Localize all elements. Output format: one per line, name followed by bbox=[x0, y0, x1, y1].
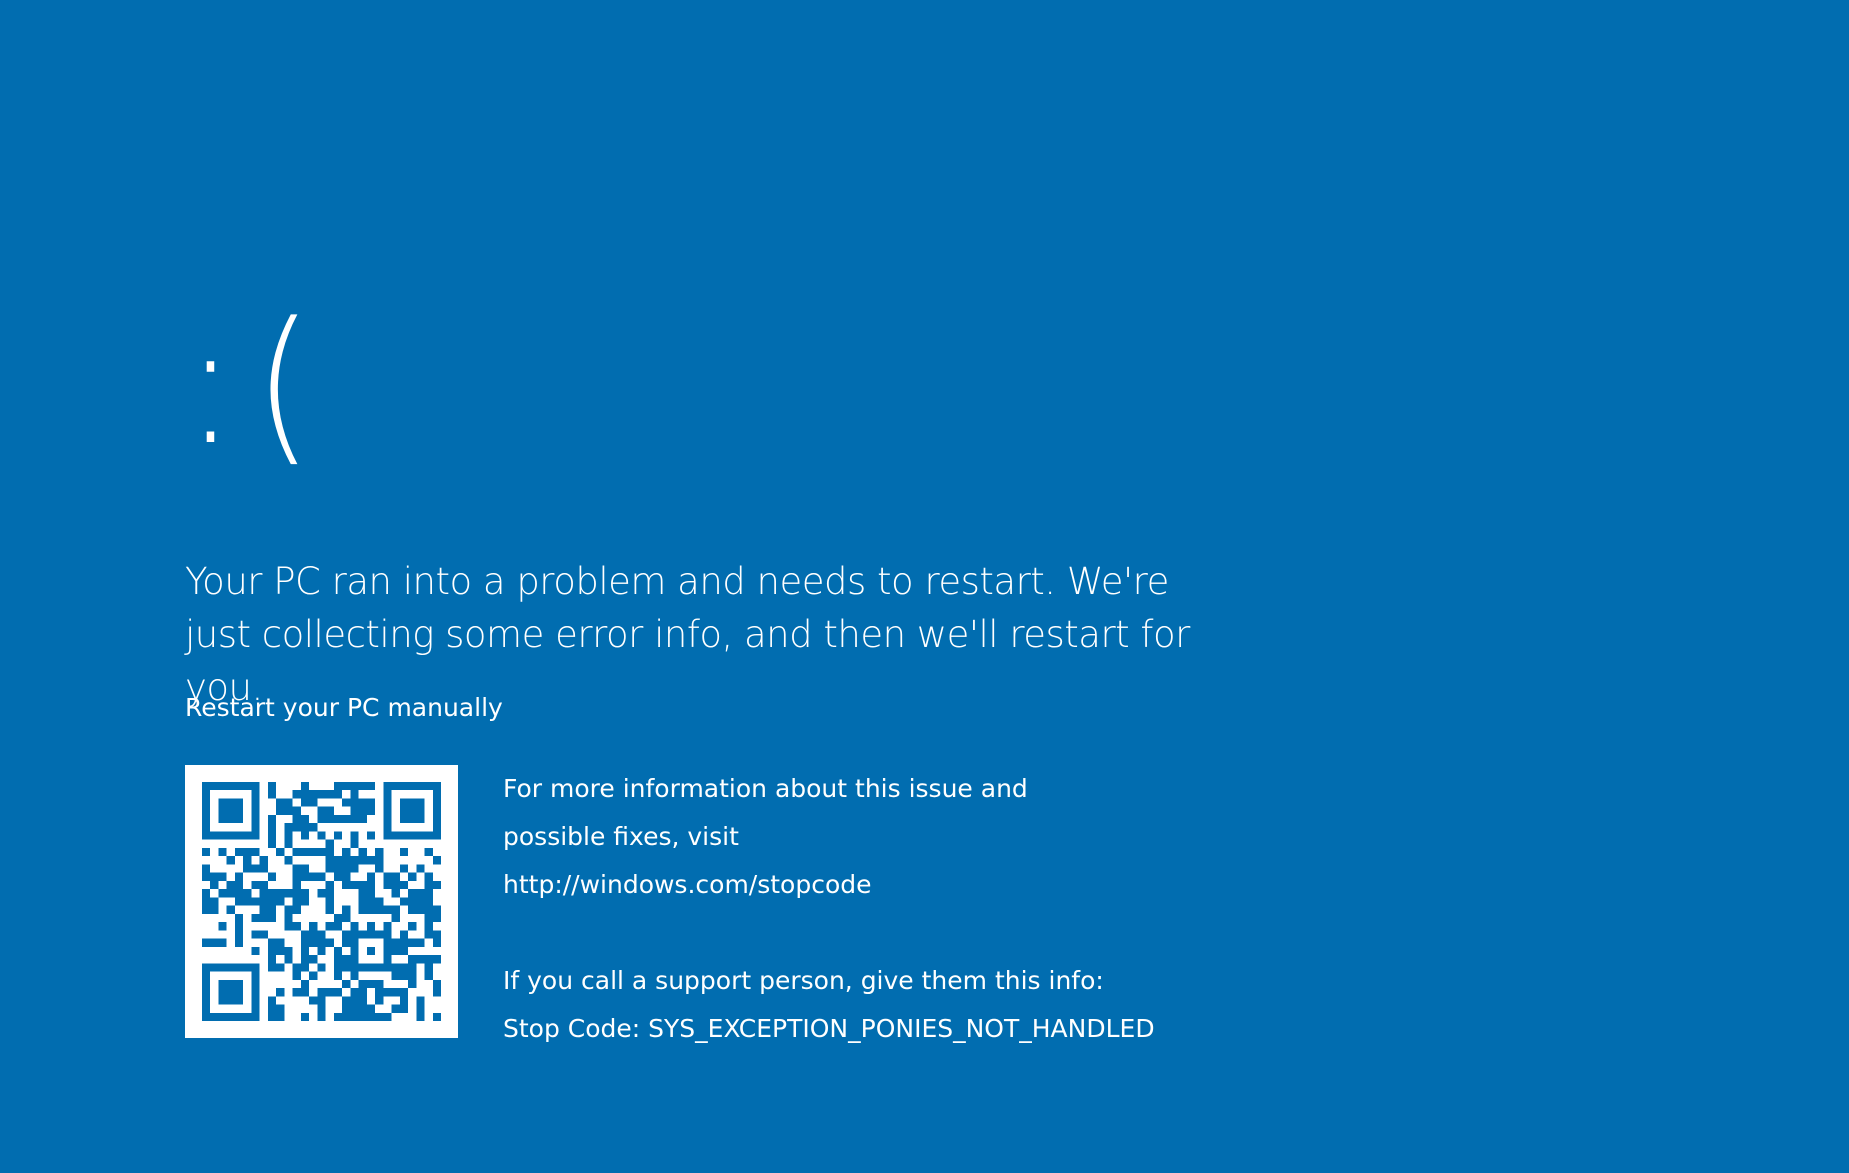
stopcode-url: http://windows.com/stopcode bbox=[503, 870, 872, 899]
more-info-text-line2: possible fixes, visit bbox=[503, 822, 739, 851]
bsod-content: :( Your PC ran into a problem and needs … bbox=[185, 286, 1685, 1043]
qr-code bbox=[185, 765, 458, 1038]
stop-code-text: Stop Code: SYS_EXCEPTION_PONIES_NOT_HAND… bbox=[503, 1014, 1155, 1043]
error-headline: Your PC ran into a problem and needs to … bbox=[185, 560, 1190, 709]
support-info-text: If you call a support person, give them … bbox=[503, 966, 1104, 995]
qr-code-icon bbox=[202, 782, 441, 1021]
restart-manually-text: Restart your PC manually bbox=[185, 693, 503, 722]
info-block: For more information about this issue an… bbox=[503, 765, 1303, 1053]
sad-face-emoticon: :( bbox=[185, 286, 331, 482]
more-info-text-line1: For more information about this issue an… bbox=[503, 774, 1028, 803]
bsod-screen: :( Your PC ran into a problem and needs … bbox=[0, 0, 1849, 1173]
